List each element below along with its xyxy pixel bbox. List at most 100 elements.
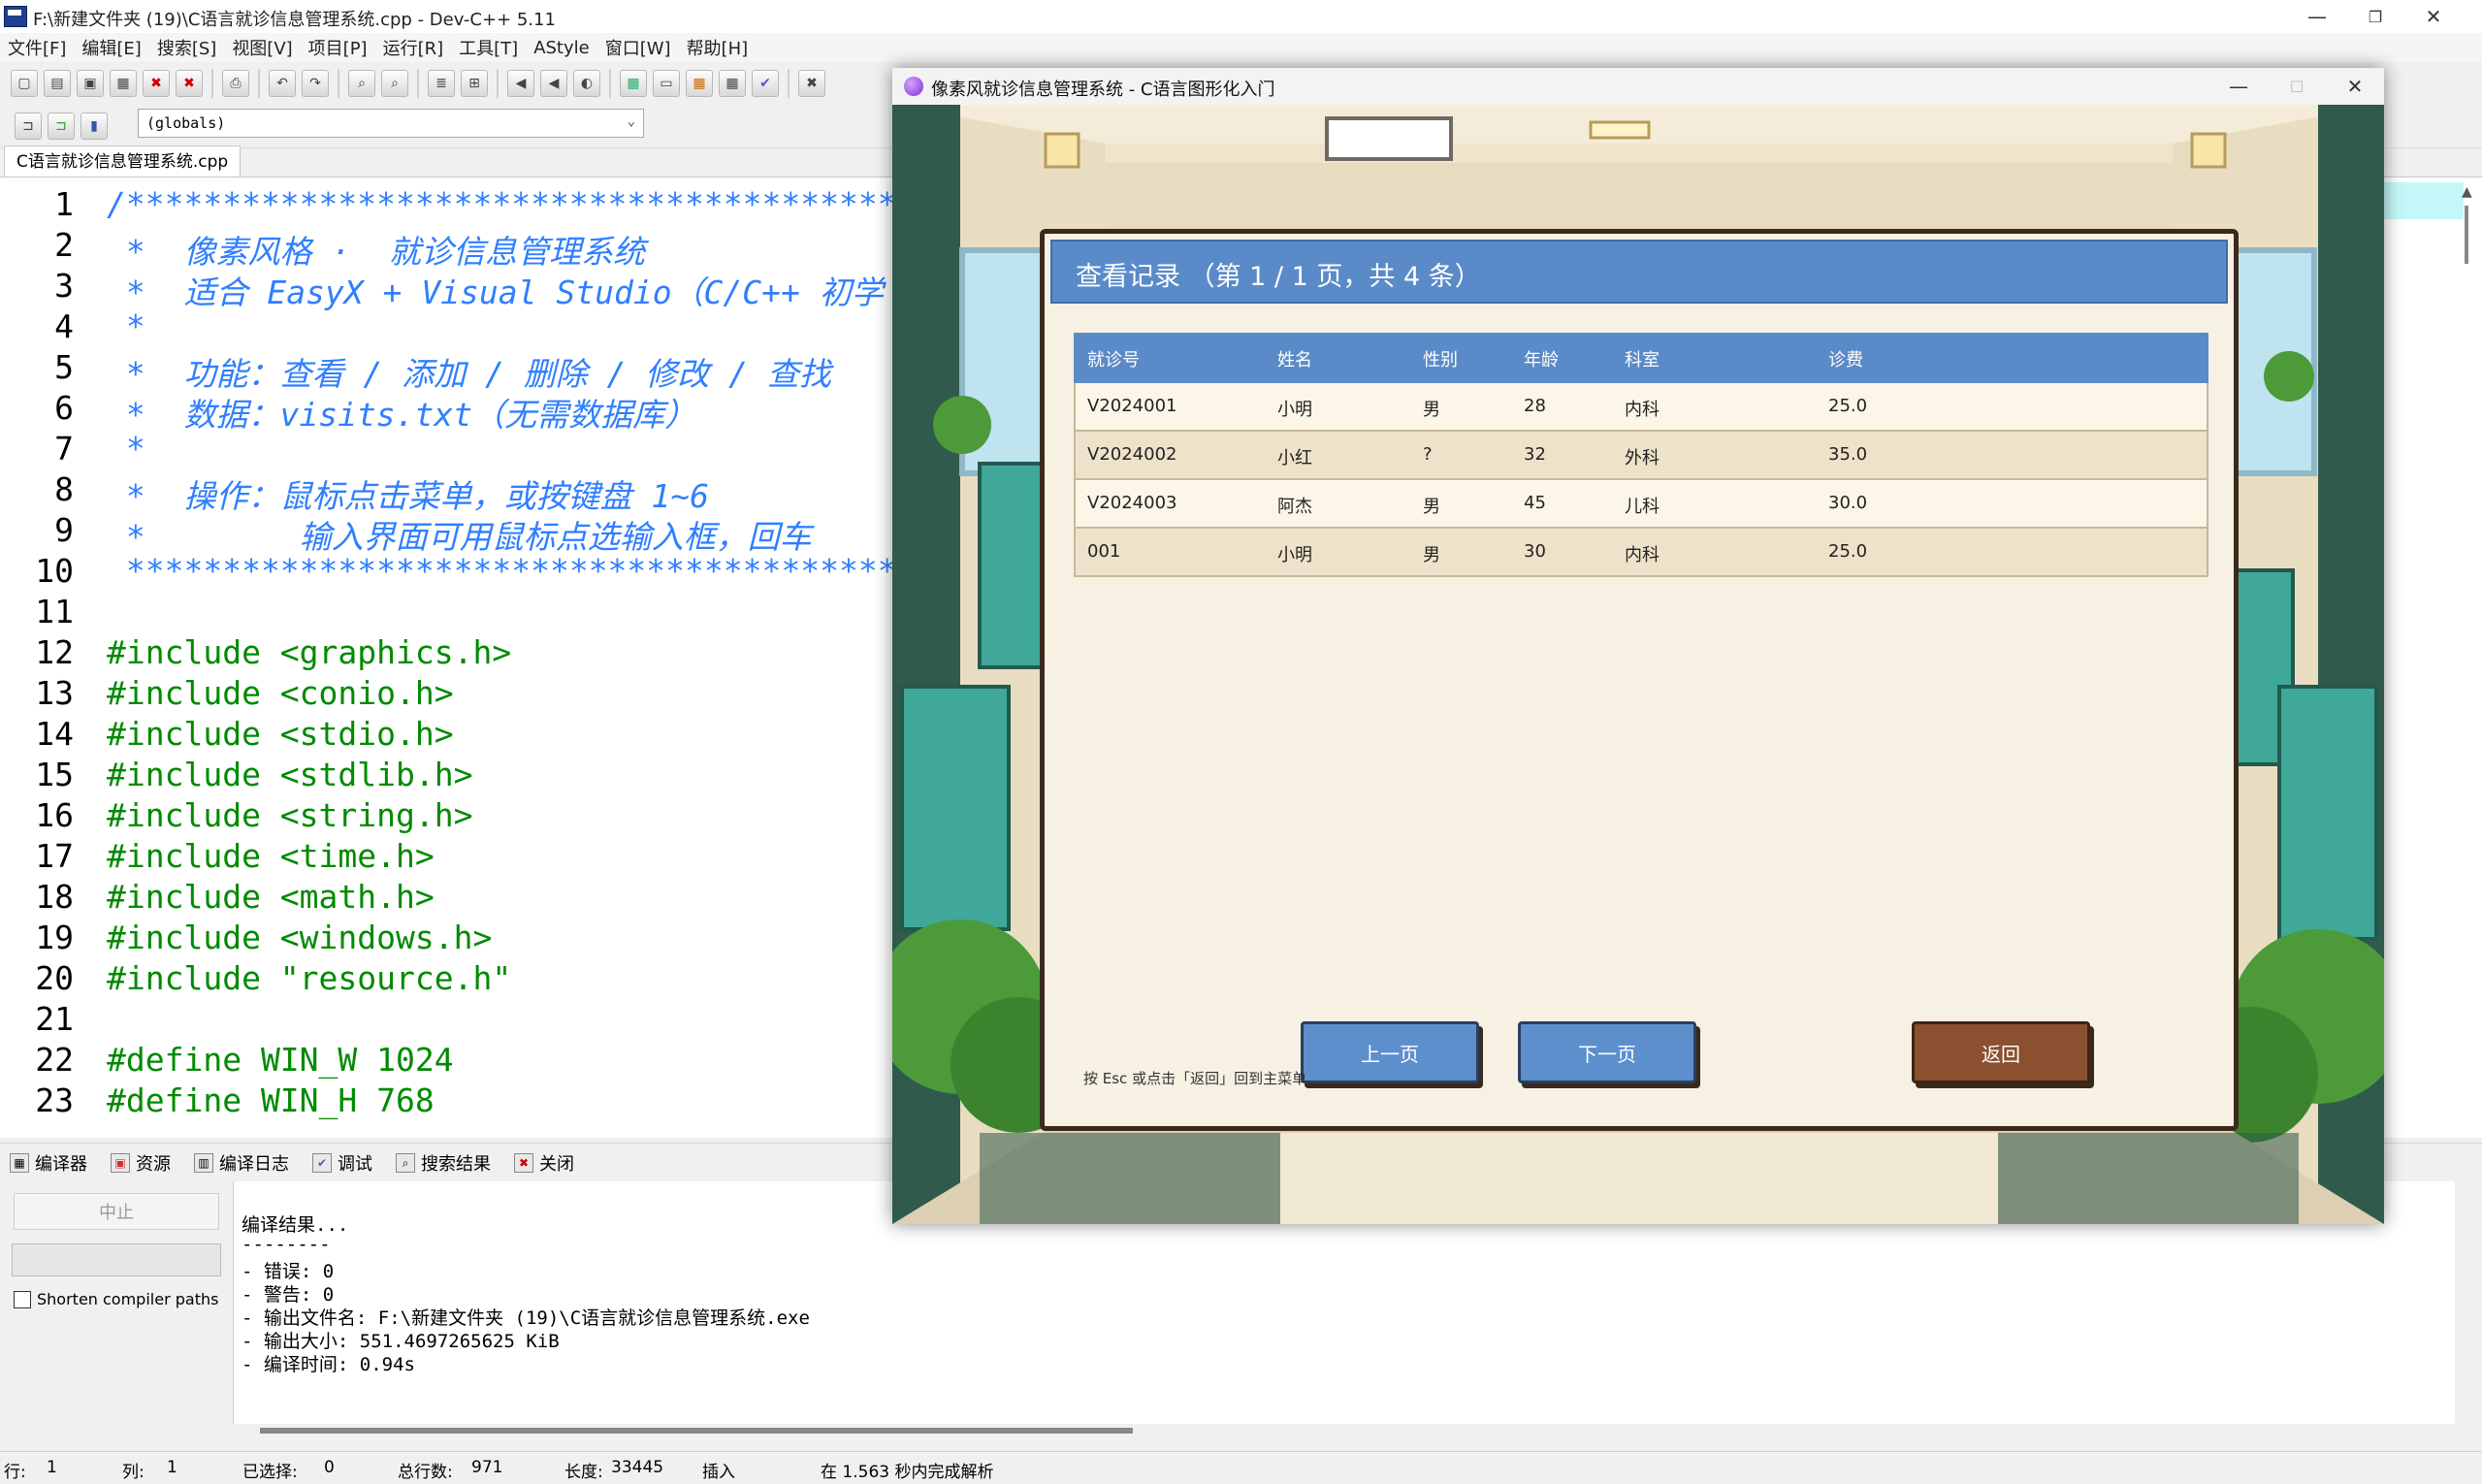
line-number: 23	[35, 1081, 74, 1119]
cell-department: 内科	[1625, 400, 1660, 420]
redo-icon[interactable]: ↷	[302, 70, 329, 97]
toolbar-separator	[609, 69, 611, 98]
line-number: 15	[35, 756, 74, 793]
code-line: * 像素风格 · 就诊信息管理系统	[107, 233, 645, 271]
new-file-icon[interactable]: ▢	[11, 70, 38, 97]
tab-source-file[interactable]: C语言就诊信息管理系统.cpp	[4, 145, 242, 177]
unindent-icon[interactable]: ◀	[507, 70, 534, 97]
close-all-icon[interactable]: ✖	[176, 70, 203, 97]
table-row[interactable]: V2024003 阿杰 男 45 儿科 30.0	[1074, 480, 2208, 529]
line-number: 1	[54, 185, 74, 223]
tab-compiler[interactable]: ▦ 编译器	[10, 1150, 87, 1176]
app-title-bar: 像素风就诊信息管理系统 - C语言图形化入门 — ☐ ✕	[892, 68, 2384, 105]
save-all-icon[interactable]: ▦	[110, 70, 137, 97]
save-icon[interactable]: ▣	[77, 70, 104, 97]
app-close-icon[interactable]: ✕	[2326, 68, 2384, 105]
undo-icon[interactable]: ↶	[269, 70, 296, 97]
line-number: 8	[54, 470, 74, 508]
app-minimize-icon[interactable]: —	[2209, 68, 2268, 105]
menu-help[interactable]: 帮助[H]	[679, 35, 757, 60]
menu-view[interactable]: 视图[V]	[224, 35, 300, 60]
status-row-label: 行:	[4, 1463, 26, 1482]
print-icon[interactable]: ⎙	[222, 70, 249, 97]
close-file-icon[interactable]: ✖	[143, 70, 170, 97]
status-parse-time: 在 1.563 秒内完成解析	[821, 1463, 994, 1482]
project-insert-icon[interactable]: ⊐	[15, 113, 42, 140]
code-line: #include <stdlib.h>	[107, 756, 473, 793]
prev-page-button[interactable]: 上一页	[1301, 1021, 1479, 1083]
code-line: *	[107, 430, 145, 468]
scroll-up-icon[interactable]: ▲	[2462, 184, 2472, 200]
menu-window[interactable]: 窗口[W]	[597, 35, 679, 60]
cell-department: 内科	[1625, 545, 1660, 565]
menu-run[interactable]: 运行[R]	[375, 35, 452, 60]
log-horizontal-scrollbar[interactable]	[260, 1428, 1133, 1434]
status-length: 33445	[611, 1458, 664, 1477]
debug-check-icon: ✔	[312, 1153, 332, 1173]
status-col: 1	[167, 1458, 177, 1477]
shorten-paths-checkbox[interactable]: Shorten compiler paths	[14, 1290, 218, 1308]
log-line: - 输出文件名: F:\新建文件夹 (19)\C语言就诊信息管理系统.exe	[242, 1307, 810, 1329]
menu-tools[interactable]: 工具[T]	[451, 35, 526, 60]
col-fee: 诊费	[1828, 350, 1863, 371]
editor-vertical-scrollbar[interactable]: ▲	[2456, 184, 2477, 1135]
scroll-thumb[interactable]	[2465, 206, 2468, 264]
restore-icon[interactable]: ❐	[2346, 0, 2404, 33]
tab-search-results[interactable]: ⌕ 搜索结果	[396, 1150, 491, 1176]
close-icon[interactable]: ✕	[2404, 0, 2463, 33]
tab-resources[interactable]: ▣ 资源	[111, 1150, 171, 1176]
line-number: 16	[35, 796, 74, 834]
status-selected-label: 已选择:	[242, 1463, 298, 1482]
status-lines: 971	[471, 1458, 503, 1477]
compile-icon[interactable]: ▦	[620, 70, 647, 97]
back-button[interactable]: 返回	[1912, 1021, 2090, 1083]
menu-bar: 文件[F] 编辑[E] 搜索[S] 视图[V] 项目[P] 运行[R] 工具[T…	[0, 33, 2482, 62]
code-line: #include <conio.h>	[107, 674, 454, 712]
line-number: 7	[54, 430, 74, 468]
run-icon[interactable]: ▭	[653, 70, 680, 97]
resources-icon: ▣	[111, 1153, 130, 1173]
table-row[interactable]: V2024001 小明 男 28 内科 25.0	[1074, 383, 2208, 432]
menu-project[interactable]: 项目[P]	[301, 35, 375, 60]
cell-age: 30	[1524, 541, 1546, 562]
replace-icon[interactable]: ⌕	[381, 70, 408, 97]
app-maximize-icon[interactable]: ☐	[2268, 68, 2326, 105]
table-row[interactable]: 001 小明 男 30 内科 25.0	[1074, 529, 2208, 577]
col-name: 姓名	[1277, 350, 1312, 371]
scope-select-value: (globals)	[146, 114, 226, 132]
close-tab-icon: ✖	[514, 1153, 533, 1173]
stop-execution-icon[interactable]: ✖	[798, 70, 825, 97]
next-page-button[interactable]: 下一页	[1518, 1021, 1696, 1083]
indent-icon[interactable]: ◀	[540, 70, 567, 97]
menu-edit[interactable]: 编辑[E]	[74, 35, 148, 60]
syntax-check-icon[interactable]: ✔	[752, 70, 779, 97]
rebuild-icon[interactable]: ▦	[719, 70, 746, 97]
tab-close[interactable]: ✖ 关闭	[514, 1150, 574, 1176]
bookmark-icon[interactable]: ⊞	[461, 70, 488, 97]
toolbar-separator	[788, 69, 790, 98]
code-line: #include <math.h>	[107, 878, 435, 916]
dialog-title: 查看记录 （第 1 / 1 页，共 4 条）	[1076, 262, 1481, 292]
open-file-icon[interactable]: ▤	[44, 70, 71, 97]
tab-compile-log[interactable]: ▥ 编译日志	[194, 1150, 289, 1176]
tab-debug[interactable]: ✔ 调试	[312, 1150, 372, 1176]
code-line: #include <windows.h>	[107, 919, 493, 956]
compile-run-icon[interactable]: ▦	[686, 70, 713, 97]
scope-select[interactable]: (globals) ⌄	[138, 109, 644, 138]
table-row[interactable]: V2024002 小红 ? 32 外科 35.0	[1074, 432, 2208, 480]
menu-file[interactable]: 文件[F]	[0, 35, 74, 60]
menu-search[interactable]: 搜索[S]	[149, 35, 224, 60]
project-add-icon[interactable]: ⊐	[48, 113, 75, 140]
stop-button[interactable]: 中止	[14, 1193, 219, 1230]
log-line: - 输出大小: 551.4697265625 KiB	[242, 1331, 560, 1352]
project-options-icon[interactable]: ▮	[81, 113, 108, 140]
menu-astyle[interactable]: AStyle	[526, 38, 597, 58]
status-col-label: 列:	[122, 1463, 145, 1482]
goto-line-icon[interactable]: ≣	[428, 70, 455, 97]
minimize-icon[interactable]: —	[2288, 0, 2346, 33]
find-icon[interactable]: ⌕	[348, 70, 375, 97]
cell-fee: 35.0	[1828, 444, 1868, 465]
cell-visit-id: V2024001	[1087, 396, 1177, 416]
checkbox-box[interactable]	[14, 1290, 31, 1308]
toggle-comment-icon[interactable]: ◐	[573, 70, 600, 97]
